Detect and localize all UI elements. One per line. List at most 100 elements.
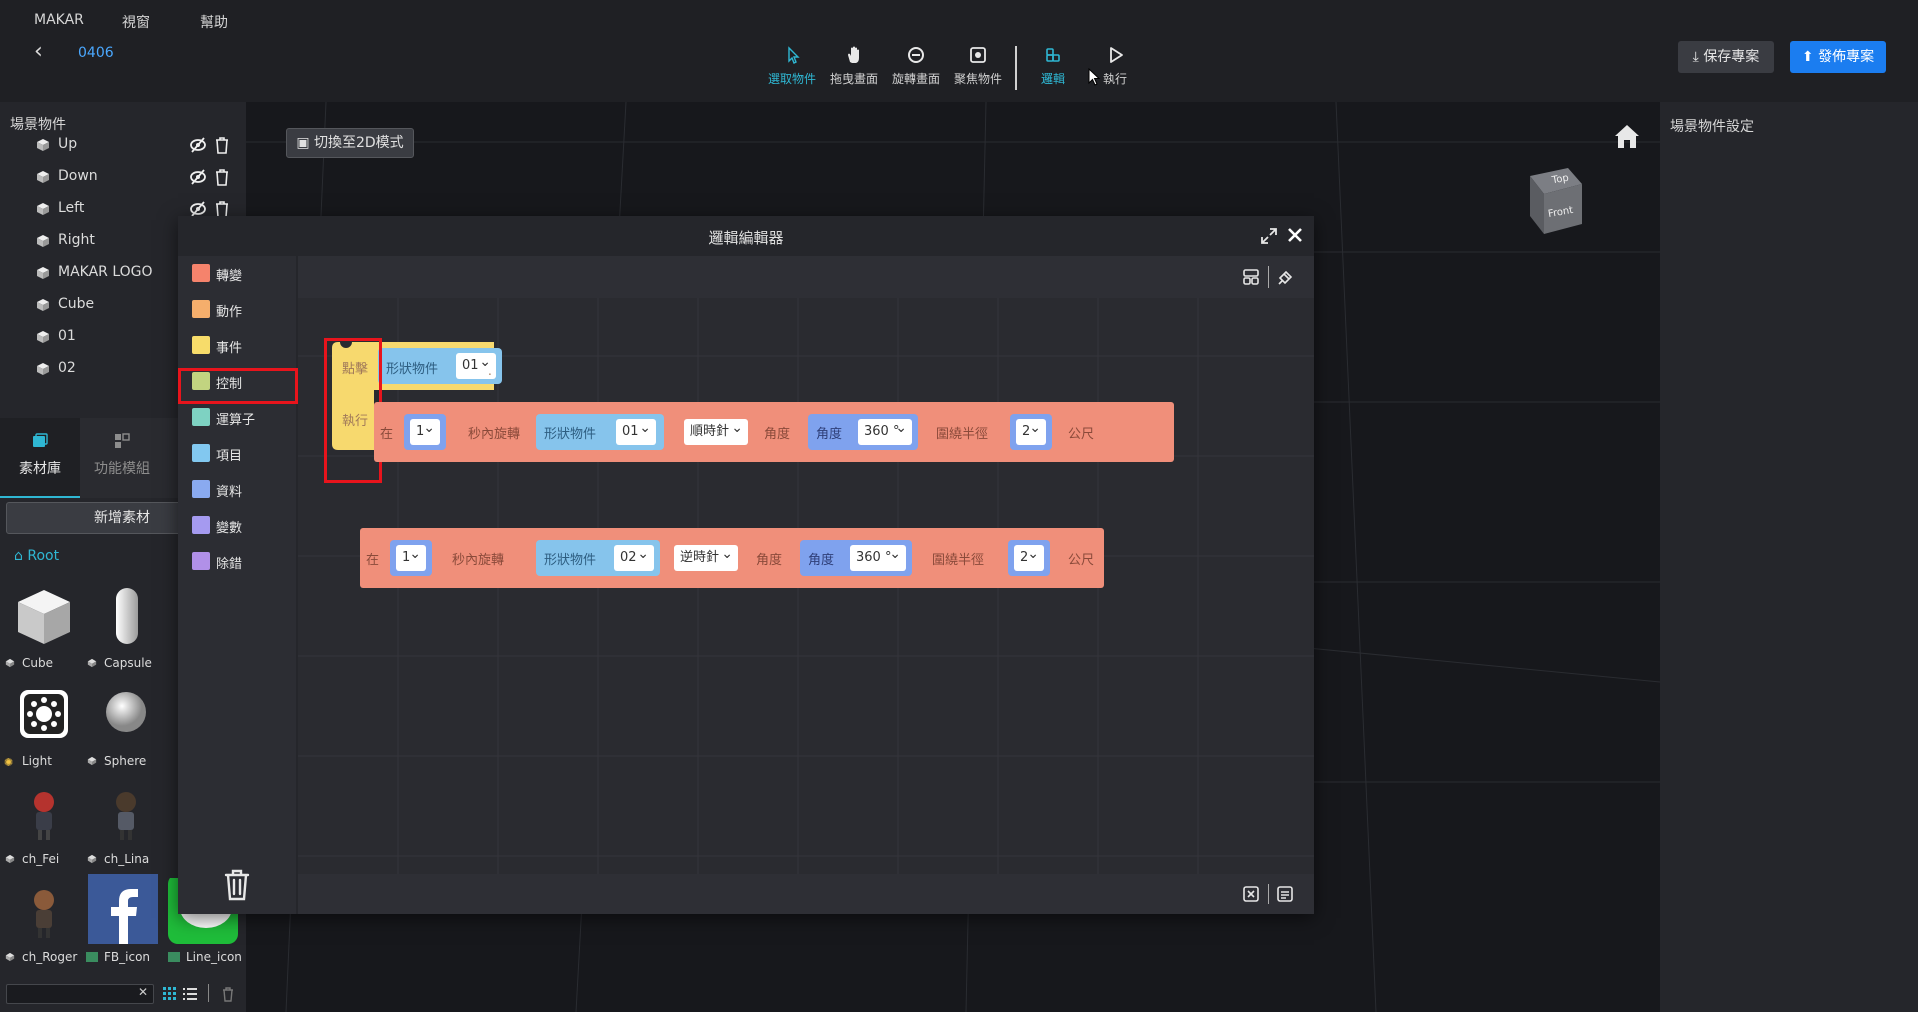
trash-icon[interactable] (215, 168, 229, 186)
rotate-block-1[interactable]: 在 1 秒內旋轉 形狀物件 01 順時針 角度 角度 360 ° 圍繞半徑 2 … (374, 402, 1174, 462)
category-label: 除錯 (216, 557, 243, 572)
rotate1-radius-input[interactable]: 2 (1010, 414, 1052, 450)
category-color-swatch (192, 264, 210, 282)
rotate2-object-dropdown[interactable]: 02 (614, 541, 654, 571)
rotate1-direction-dropdown[interactable]: 順時針 (684, 415, 748, 445)
notes-icon[interactable] (1276, 885, 1294, 903)
asset-ch-fei[interactable]: ch_Fei (4, 780, 84, 876)
rotate1-seconds-dropdown[interactable]: 1 (410, 415, 440, 445)
character-roger-thumbnail (34, 890, 54, 938)
tool-logic[interactable]: 邏輯 (1018, 44, 1088, 87)
rotate2-radius-dropdown[interactable]: 2 (1014, 541, 1044, 571)
scene-objects-title: 場景物件 (10, 117, 66, 133)
rotate1-seconds-input[interactable]: 1 (404, 414, 446, 450)
asset-ch-roger[interactable]: ch_Roger (4, 878, 84, 974)
rotate1-seconds-label: 秒內旋轉 (468, 427, 521, 442)
category-item[interactable]: 項目 (192, 440, 292, 468)
rotate2-seconds-dropdown[interactable]: 1 (396, 541, 426, 571)
asset-ch-lina[interactable]: ch_Lina (86, 780, 166, 876)
delete-blocks-icon[interactable] (1242, 885, 1260, 903)
publish-project-button[interactable]: ⬆ 發佈專案 (1790, 41, 1886, 73)
tool-drag-view[interactable]: 拖曳畫面 (819, 44, 889, 87)
rotate-block-2[interactable]: 在 1 秒內旋轉 形狀物件 02 逆時針 角度 角度 360 ° 圍繞半徑 2 … (360, 528, 1104, 588)
rotate2-direction-dropdown[interactable]: 逆時針 (674, 541, 738, 571)
rotate1-angle-input[interactable]: 角度 360 ° (808, 414, 918, 450)
sphere-thumbnail (106, 692, 146, 732)
category-color-swatch (192, 516, 210, 534)
tool-rotate-view[interactable]: 旋轉畫面 (881, 44, 951, 87)
menu-help[interactable]: 幫助 (200, 12, 228, 32)
cube-icon (37, 331, 49, 343)
block-workspace[interactable]: 點擊 執行 形狀物件 01 . 在 1 秒內旋轉 形狀物件 01 順時針 角度 … (298, 256, 1314, 914)
hide-eye-icon[interactable] (189, 136, 207, 154)
root-breadcrumb[interactable]: ⌂ Root (14, 548, 59, 564)
model-icon (87, 658, 97, 668)
event-object-input[interactable]: 形狀物件 01 (378, 348, 502, 384)
asset-search-input[interactable] (6, 984, 154, 1004)
category-item[interactable]: 轉變 (192, 260, 292, 288)
tab-function-modules[interactable]: 功能模組 (82, 418, 162, 498)
rotate1-object-input[interactable]: 形狀物件 01 (536, 414, 664, 450)
rotate2-angle-input[interactable]: 角度 360 ° (800, 540, 912, 576)
rotate-view-icon (908, 47, 924, 63)
trash-icon[interactable] (222, 868, 252, 902)
asset-fb-icon[interactable]: FB_icon (82, 874, 162, 974)
view-cube[interactable]: Top Front (1516, 162, 1596, 242)
trash-icon[interactable] (215, 136, 229, 154)
menu-window[interactable]: 視窗 (122, 12, 150, 32)
rotate2-seconds-input[interactable]: 1 (390, 540, 432, 576)
asset-sphere[interactable]: Sphere (86, 682, 166, 778)
grid-view-icon[interactable] (162, 986, 178, 1002)
rotate2-radius-input[interactable]: 2 (1008, 540, 1050, 576)
asset-light[interactable]: ✺ Light (4, 682, 84, 778)
model-icon (5, 658, 15, 668)
rotate2-object-input[interactable]: 形狀物件 02 (536, 540, 660, 576)
top-bar: MAKAR 視窗 幫助 ‹ 0406 選取物件 拖曳畫面 旋轉畫面 聚焦物件 邏… (0, 0, 1918, 102)
scene-item[interactable]: Down (34, 166, 240, 188)
tool-focus-object[interactable]: 聚焦物件 (943, 44, 1013, 87)
capsule-thumbnail (116, 588, 138, 644)
category-item[interactable]: 變數 (192, 512, 292, 540)
category-color-swatch (192, 444, 210, 462)
save-project-button[interactable]: ⤓ 保存專案 (1678, 41, 1774, 73)
sun-icon: ✺ (4, 756, 14, 769)
rotate2-unit-label: 公尺 (1068, 553, 1095, 568)
category-item[interactable]: 除錯 (192, 548, 292, 576)
rotate1-angle-label: 角度 (764, 427, 791, 442)
delete-asset-icon[interactable] (220, 986, 236, 1002)
tool-select-object[interactable]: 選取物件 (757, 44, 827, 87)
logic-editor-window: 邏輯編輯器 轉變動作事件控制運算子項目資料變數除錯 點擊 執行 (178, 216, 1314, 914)
rotate1-object-dropdown[interactable]: 01 (616, 415, 656, 445)
menu-makar[interactable]: MAKAR (34, 12, 84, 28)
category-item[interactable]: 事件 (192, 332, 292, 360)
rotate1-angle-dropdown[interactable]: 360 ° (858, 415, 912, 445)
rotate1-radius-dropdown[interactable]: 2 (1016, 415, 1046, 445)
close-icon[interactable] (1284, 224, 1306, 246)
clean-up-icon[interactable] (1276, 268, 1294, 286)
cube-icon (37, 363, 49, 375)
back-icon[interactable]: ‹ (34, 41, 50, 63)
logic-icon (1046, 48, 1060, 62)
category-item[interactable]: 運算子 (192, 404, 292, 432)
category-item[interactable]: 資料 (192, 476, 292, 504)
tab-asset-library[interactable]: 素材庫 (0, 418, 80, 498)
expand-icon[interactable] (1259, 226, 1279, 246)
object-settings-title: 場景物件設定 (1670, 119, 1754, 135)
model-icon (5, 854, 15, 864)
hide-eye-icon[interactable] (189, 168, 207, 186)
asset-cube[interactable]: Cube (4, 584, 84, 680)
image-icon (168, 952, 180, 962)
rotate1-radius-label: 圍繞半徑 (936, 427, 989, 442)
rotate2-angle-dropdown[interactable]: 360 ° (850, 541, 906, 571)
scene-item[interactable]: Up (34, 134, 240, 156)
scene-item-label: Up (58, 136, 78, 152)
clear-search-icon[interactable]: ✕ (138, 985, 148, 999)
home-icon[interactable] (1612, 122, 1642, 150)
cube-icon (37, 139, 49, 151)
switch-2d-mode-button[interactable]: ▣ 切換至2D模式 (286, 128, 414, 158)
arrange-blocks-icon[interactable] (1242, 268, 1260, 286)
asset-capsule[interactable]: Capsule (86, 584, 166, 680)
list-view-icon[interactable] (182, 986, 198, 1002)
category-item[interactable]: 動作 (192, 296, 292, 324)
cube-icon (37, 267, 49, 279)
